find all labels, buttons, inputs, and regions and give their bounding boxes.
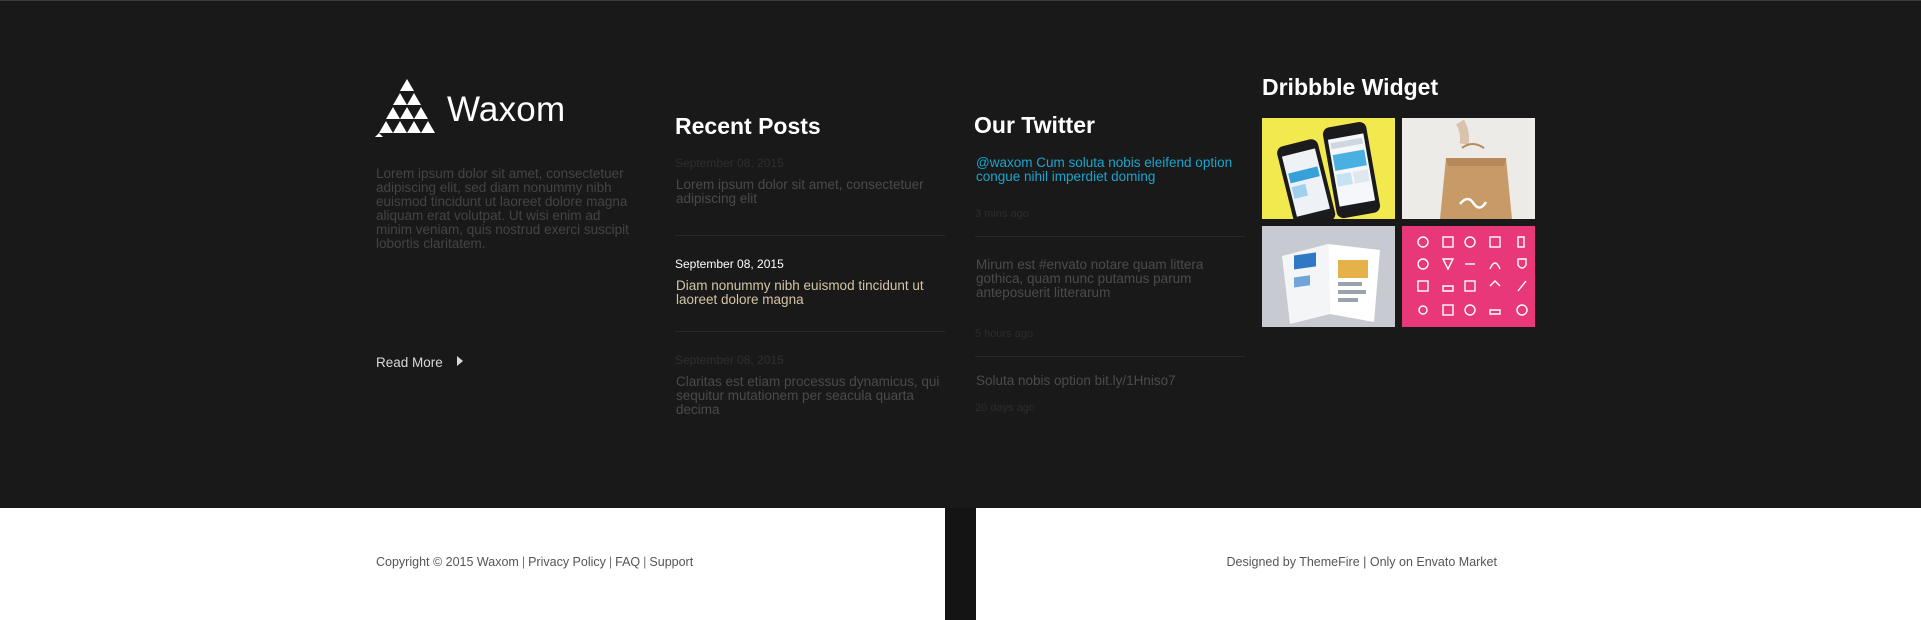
post-title[interactable]: Diam nonummy nibh euismod tincidunt ut l… <box>675 279 945 307</box>
arrow-right-icon <box>456 356 463 366</box>
read-more-link[interactable]: Read More <box>376 355 463 369</box>
list-item[interactable]: September 08, 2015 Lorem ipsum dolor sit… <box>675 156 945 236</box>
about-text: Lorem ipsum dolor sit amet, consectetuer… <box>376 166 629 251</box>
center-divider <box>945 508 976 620</box>
copyright-bar: Copyright © 2015 Waxom | Privacy Policy | FA… <box>376 555 694 569</box>
list-item[interactable]: September 08, 2015 Diam nonummy nibh eui… <box>675 236 945 332</box>
brochure-shot[interactable] <box>1262 226 1395 327</box>
dribbble-title: Dribbble Widget <box>1262 74 1439 100</box>
faq-link[interactable]: FAQ <box>615 555 640 569</box>
recent-posts-list: September 08, 2015 Lorem ipsum dolor sit… <box>675 156 945 417</box>
tweet-time: 20 days ago <box>975 402 1035 414</box>
post-title[interactable]: Claritas est etiam processus dynamicus, … <box>675 375 945 417</box>
phone-mockup-image <box>1262 118 1395 219</box>
privacy-policy-link[interactable]: Privacy Policy <box>528 555 606 569</box>
twitter-title: Our Twitter <box>974 112 1095 138</box>
tweet-text: Soluta nobis option bit.ly/1Hniso7 <box>976 373 1176 388</box>
brochure-image <box>1262 226 1395 327</box>
post-date: September 08, 2015 <box>675 353 784 367</box>
tweet-text[interactable]: @waxom Cum soluta nobis eleifend option … <box>975 156 1245 184</box>
tweet-time: 5 hours ago <box>975 328 1034 340</box>
tweet-list: @waxom Cum soluta nobis eleifend option … <box>975 156 1245 414</box>
list-item: Mirum est #envato notare quam littera go… <box>975 237 1245 357</box>
designer-credit[interactable]: Designed by ThemeFire | Only on Envato M… <box>1226 555 1497 569</box>
post-date: September 08, 2015 <box>675 257 784 271</box>
post-date: September 08, 2015 <box>675 156 784 170</box>
paper-bag-image <box>1402 118 1535 219</box>
copyright-text: Copyright © 2015 Waxom <box>376 555 519 569</box>
post-title[interactable]: Lorem ipsum dolor sit amet, consectetuer… <box>675 178 945 206</box>
footer-main: Waxom Lorem ipsum dolor sit amet, consec… <box>0 0 1921 508</box>
support-link[interactable]: Support <box>649 555 693 569</box>
triangle-logo-icon <box>375 79 435 137</box>
brand-logo[interactable]: Waxom <box>375 79 565 137</box>
list-item: Soluta nobis option bit.ly/1Hniso7 20 da… <box>975 357 1245 415</box>
icon-set-image <box>1402 226 1535 327</box>
icon-set-shot[interactable] <box>1402 226 1535 327</box>
phone-app-shot[interactable] <box>1262 118 1395 219</box>
list-item: @waxom Cum soluta nobis eleifend option … <box>975 156 1245 237</box>
read-more-label: Read More <box>376 355 443 369</box>
tweet-time: 3 mins ago <box>975 208 1029 220</box>
brand-name: Waxom <box>447 90 566 129</box>
tweet-text: Mirum est #envato notare quam littera go… <box>976 257 1204 300</box>
paper-bag-shot[interactable] <box>1402 118 1535 219</box>
list-item[interactable]: September 08, 2015 Claritas est etiam pr… <box>675 332 945 417</box>
recent-posts-title: Recent Posts <box>675 113 821 139</box>
